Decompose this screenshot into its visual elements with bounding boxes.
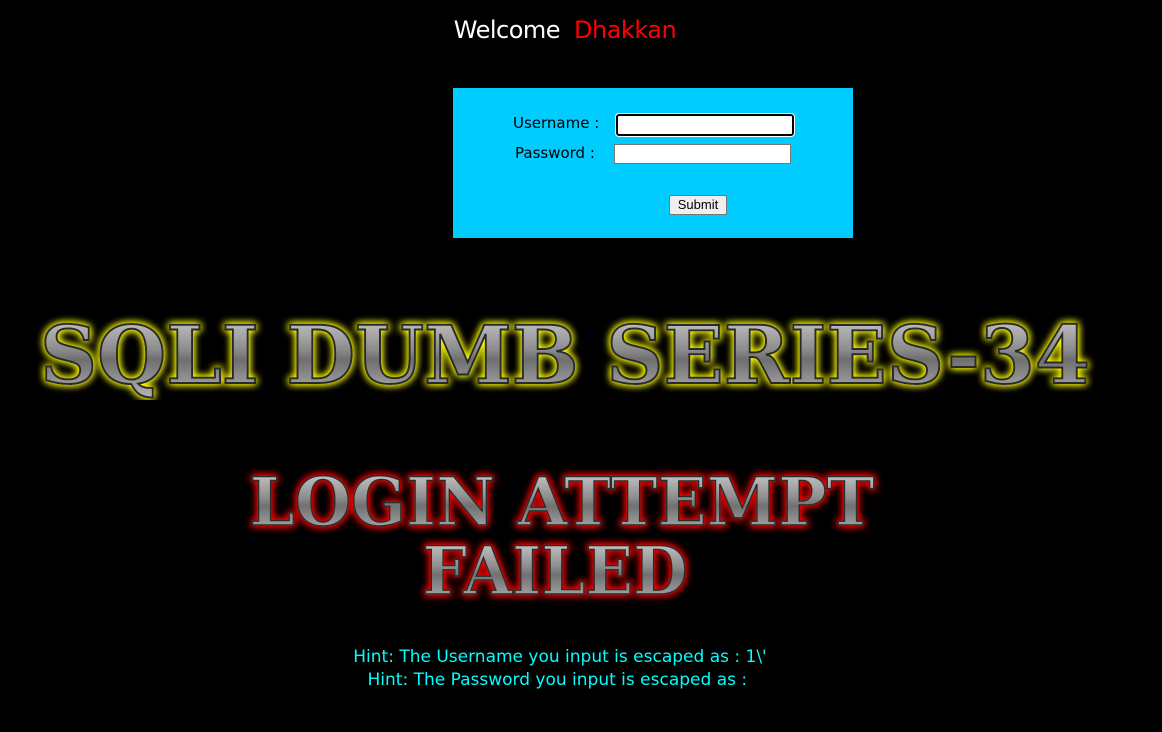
username-hint: Hint: The Username you input is escaped … [353, 647, 767, 667]
password-input[interactable] [614, 144, 791, 164]
password-row: Password : [453, 143, 853, 167]
login-failed-image: LOGIN ATTEMPT FAILED [0, 462, 1162, 612]
username-input[interactable] [615, 113, 795, 137]
password-label: Password : [515, 144, 595, 162]
login-failed-line1: LOGIN ATTEMPT [250, 463, 875, 541]
login-failed-line2: FAILED [423, 532, 688, 610]
submit-button[interactable]: Submit [669, 195, 727, 215]
welcome-label: Welcome [453, 16, 561, 44]
password-hint: Hint: The Password you input is escaped … [367, 670, 753, 690]
series-title-text: SQLI DUMB SERIES-34 [40, 308, 1090, 400]
hints: Hint: The Username you input is escaped … [0, 646, 1120, 692]
page: Welcome Dhakkan Username : Password : Sub… [0, 0, 1162, 732]
user-name: Dhakkan [574, 16, 677, 44]
login-form: Username : Password : Submit [453, 88, 853, 238]
username-label: Username : [513, 114, 600, 132]
welcome-header: Welcome Dhakkan [0, 16, 1130, 44]
username-row: Username : [453, 113, 853, 137]
series-title-image: SQLI DUMB SERIES-34 [0, 300, 1162, 400]
